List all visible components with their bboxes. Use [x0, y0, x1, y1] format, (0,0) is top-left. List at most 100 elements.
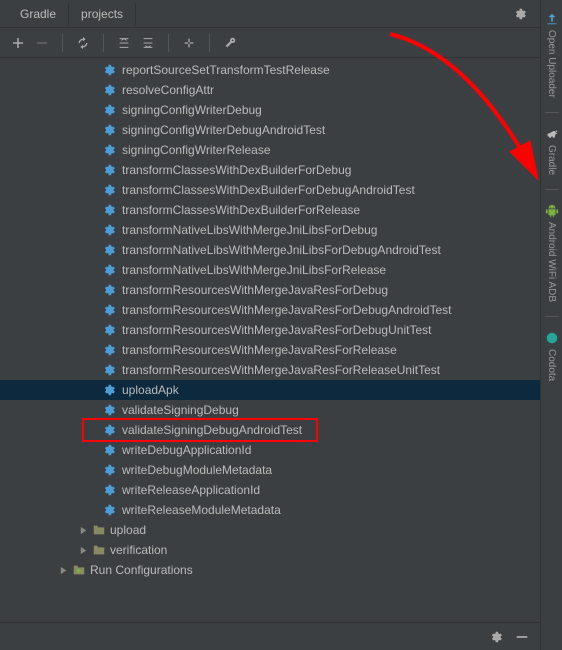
task-label: validateSigningDebug — [122, 403, 239, 417]
task-item[interactable]: validateSigningDebug — [0, 400, 562, 420]
gear-icon — [102, 203, 116, 217]
wrench-icon[interactable] — [222, 35, 238, 51]
gear-icon — [102, 503, 116, 517]
codota-icon — [545, 331, 559, 345]
task-item[interactable]: transformResourcesWithMergeJavaResForRel… — [0, 340, 562, 360]
task-item[interactable]: transformClassesWithDexBuilderForDebug — [0, 160, 562, 180]
run-config-item[interactable]: Run Configurations — [0, 560, 562, 580]
separator — [545, 189, 559, 190]
tab-gradle[interactable]: Gradle — [8, 3, 69, 25]
task-label: writeReleaseModuleMetadata — [122, 503, 281, 517]
offline-mode-icon[interactable] — [181, 35, 197, 51]
task-item[interactable]: uploadApk — [0, 380, 562, 400]
task-item[interactable]: transformResourcesWithMergeJavaResForDeb… — [0, 280, 562, 300]
gear-icon — [102, 143, 116, 157]
gear-icon — [102, 283, 116, 297]
task-item[interactable]: writeDebugModuleMetadata — [0, 460, 562, 480]
upload-icon — [545, 12, 559, 26]
separator — [209, 34, 210, 52]
separator — [545, 112, 559, 113]
sidebar-label: Android WiFi ADB — [546, 222, 557, 302]
task-label: transformResourcesWithMergeJavaResForDeb… — [122, 283, 388, 297]
task-label: transformNativeLibsWithMergeJniLibsForDe… — [122, 223, 377, 237]
gear-icon — [102, 163, 116, 177]
gear-icon — [102, 63, 116, 77]
task-item[interactable]: signingConfigWriterDebugAndroidTest — [0, 120, 562, 140]
expand-all-icon[interactable] — [116, 35, 132, 51]
gradle-icon — [545, 127, 559, 141]
task-label: uploadApk — [122, 383, 179, 397]
gear-icon — [102, 403, 116, 417]
task-item[interactable]: writeDebugApplicationId — [0, 440, 562, 460]
task-label: transformResourcesWithMergeJavaResForRel… — [122, 343, 397, 357]
remove-icon[interactable] — [34, 35, 50, 51]
gear-icon — [102, 243, 116, 257]
tree-container[interactable]: reportSourceSetTransformTestRelease resol… — [0, 58, 562, 618]
bottom-bar — [0, 622, 540, 650]
task-label: transformResourcesWithMergeJavaResForRel… — [122, 363, 440, 377]
separator — [62, 34, 63, 52]
task-item[interactable]: transformClassesWithDexBuilderForDebugAn… — [0, 180, 562, 200]
tab-projects[interactable]: projects — [69, 3, 136, 25]
separator — [168, 34, 169, 52]
task-label: writeDebugApplicationId — [122, 443, 251, 457]
separator — [545, 316, 559, 317]
folder-item[interactable]: upload — [0, 520, 562, 540]
task-label: transformClassesWithDexBuilderForRelease — [122, 203, 360, 217]
task-label: transformResourcesWithMergeJavaResForDeb… — [122, 323, 431, 337]
task-label: writeDebugModuleMetadata — [122, 463, 272, 477]
settings-icon[interactable] — [488, 629, 504, 645]
gear-icon — [102, 423, 116, 437]
folder-label: upload — [110, 523, 146, 537]
gear-icon — [102, 123, 116, 137]
task-item[interactable]: writeReleaseApplicationId — [0, 480, 562, 500]
sidebar-label: Codota — [546, 349, 557, 381]
expand-arrow-icon — [78, 545, 88, 555]
sidebar-item-open-uploader[interactable]: Open Uploader — [543, 6, 561, 104]
expand-arrow-icon — [78, 525, 88, 535]
task-item[interactable]: writeReleaseModuleMetadata — [0, 500, 562, 520]
sidebar-label: Gradle — [546, 145, 557, 175]
sidebar-label: Open Uploader — [546, 30, 557, 98]
folder-icon — [92, 543, 106, 557]
gear-icon — [102, 83, 116, 97]
task-item[interactable]: transformClassesWithDexBuilderForRelease — [0, 200, 562, 220]
task-item[interactable]: transformNativeLibsWithMergeJniLibsForRe… — [0, 260, 562, 280]
task-item[interactable]: signingConfigWriterDebug — [0, 100, 562, 120]
settings-icon[interactable] — [512, 6, 528, 22]
folder-item[interactable]: verification — [0, 540, 562, 560]
task-label: signingConfigWriterDebug — [122, 103, 262, 117]
sidebar-item-codota[interactable]: Codota — [543, 325, 561, 387]
gear-icon — [102, 223, 116, 237]
gear-icon — [102, 183, 116, 197]
task-label: transformClassesWithDexBuilderForDebug — [122, 163, 351, 177]
task-item[interactable]: signingConfigWriterRelease — [0, 140, 562, 160]
task-label: transformResourcesWithMergeJavaResForDeb… — [122, 303, 451, 317]
task-label: signingConfigWriterRelease — [122, 143, 271, 157]
refresh-icon[interactable] — [75, 35, 91, 51]
task-item[interactable]: resolveConfigAttr — [0, 80, 562, 100]
task-item[interactable]: transformResourcesWithMergeJavaResForRel… — [0, 360, 562, 380]
task-item[interactable]: validateSigningDebugAndroidTest — [0, 420, 562, 440]
task-item[interactable]: transformNativeLibsWithMergeJniLibsForDe… — [0, 240, 562, 260]
task-label: transformClassesWithDexBuilderForDebugAn… — [122, 183, 415, 197]
sidebar-item-android-wifi-adb[interactable]: Android WiFi ADB — [543, 198, 561, 308]
android-icon — [545, 204, 559, 218]
run-config-label: Run Configurations — [90, 563, 193, 577]
task-label: transformNativeLibsWithMergeJniLibsForDe… — [122, 243, 441, 257]
task-item[interactable]: transformResourcesWithMergeJavaResForDeb… — [0, 320, 562, 340]
toolbar — [0, 28, 562, 58]
gear-icon — [102, 363, 116, 377]
minimize-icon[interactable] — [514, 629, 530, 645]
tab-bar: Gradle projects — [0, 0, 562, 28]
task-label: reportSourceSetTransformTestRelease — [122, 63, 330, 77]
add-icon[interactable] — [10, 35, 26, 51]
task-item[interactable]: transformNativeLibsWithMergeJniLibsForDe… — [0, 220, 562, 240]
task-item[interactable]: reportSourceSetTransformTestRelease — [0, 60, 562, 80]
sidebar-item-gradle[interactable]: Gradle — [543, 121, 561, 181]
separator — [103, 34, 104, 52]
task-item[interactable]: transformResourcesWithMergeJavaResForDeb… — [0, 300, 562, 320]
gear-icon — [102, 443, 116, 457]
task-label: signingConfigWriterDebugAndroidTest — [122, 123, 325, 137]
collapse-all-icon[interactable] — [140, 35, 156, 51]
